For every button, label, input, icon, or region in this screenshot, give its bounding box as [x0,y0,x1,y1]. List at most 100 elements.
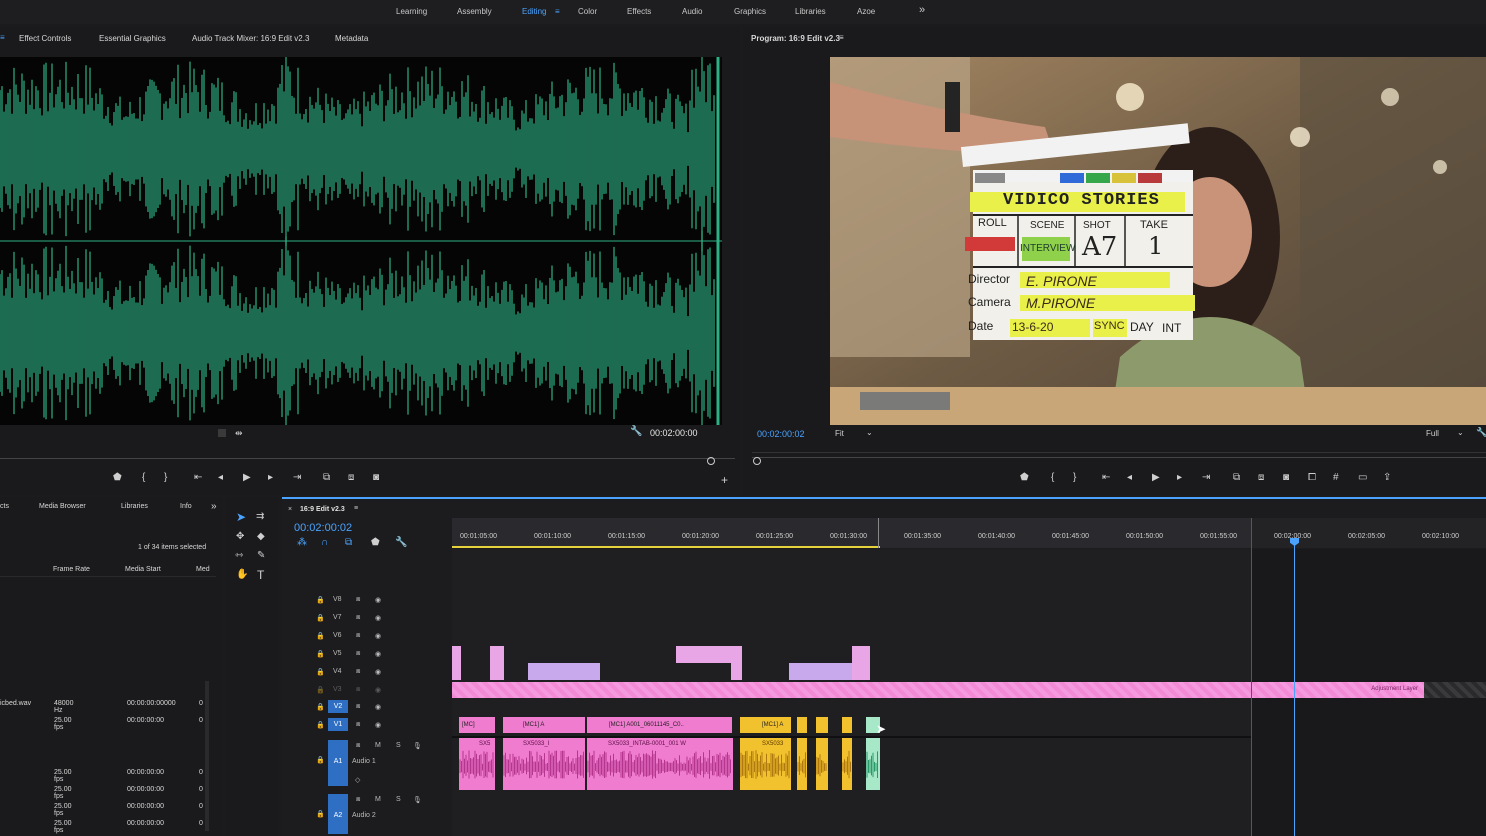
marker-icon[interactable]: ⬟ [113,473,122,483]
slip-icon[interactable]: ⇿ [235,551,243,561]
add-button-icon[interactable]: + [721,474,728,486]
mark-in-icon[interactable]: { [1051,473,1054,483]
keyframe-icon[interactable]: ◇ [355,776,360,784]
track-header-v2[interactable]: 🔒 V2 ⧈ ◉ [300,699,450,715]
track-header-v7[interactable]: 🔒 V7 ⧈ ◉ [300,610,450,626]
tab-essential-graphics[interactable]: Essential Graphics [99,34,166,43]
workspace-learning[interactable]: Learning [396,7,427,16]
track-header-v5[interactable]: 🔒 V5 ⧈ ◉ [300,646,450,662]
workspace-graphics[interactable]: Graphics [734,7,766,16]
video-clip[interactable] [816,717,828,733]
lock-icon[interactable]: 🔒 [316,756,325,764]
track-header-v8[interactable]: 🔒 V8 ⧈ ◉ [300,592,450,608]
workspace-azoe[interactable]: Azoe [857,7,875,16]
hand-icon[interactable]: ✋ [236,570,248,580]
track-header-v4[interactable]: 🔒 V4 ⧈ ◉ [300,664,450,680]
solo-icon[interactable]: S [396,796,401,803]
comparison-icon[interactable]: ⧠ [1308,473,1316,483]
timeline-clip[interactable] [852,663,870,680]
eye-icon[interactable]: ◉ [375,686,381,694]
program-title[interactable]: Program: 16:9 Edit v2.3 [751,34,840,43]
track-label[interactable]: A2 [328,794,348,834]
razor-icon[interactable]: ◆ [257,532,265,542]
workspace-assembly[interactable]: Assembly [457,7,492,16]
tab-media-browser[interactable]: Media Browser [39,503,86,510]
type-icon[interactable]: T [257,569,264,581]
linked-selection-icon[interactable]: ⧉ [345,537,352,548]
tab-metadata[interactable]: Metadata [335,34,368,43]
eye-icon[interactable]: ◉ [375,614,381,622]
panel-menu-icon[interactable]: ≡ [0,33,5,42]
sync-icon[interactable]: ⧈ [356,614,360,622]
column-med[interactable]: Med [196,566,210,573]
program-menu-icon[interactable]: ≡ [839,33,844,42]
video-clip[interactable]: [MC1] A [740,717,791,733]
eye-icon[interactable]: ◉ [375,650,381,658]
track-label[interactable]: A1 [328,740,348,786]
mark-out-icon[interactable]: } [164,473,167,483]
marker-icon[interactable]: ⬟ [1020,473,1029,483]
video-clip[interactable] [797,717,807,733]
sync-icon[interactable]: ⧈ [356,632,360,640]
play-icon[interactable]: ▶ [1152,473,1160,483]
quality-dropdown[interactable]: Full [1426,429,1439,438]
more-workspaces-icon[interactable]: » [919,4,925,16]
step-back-icon[interactable]: ◂ [218,473,223,483]
safe-margins-icon[interactable]: ▭ [1358,473,1367,483]
camera-icon[interactable]: ◙ [373,473,379,483]
workspace-libraries[interactable]: Libraries [795,7,826,16]
track-header-a1[interactable]: 🔒 A1 ⧈ M S 🎙 Audio 1 ◇ [300,738,450,790]
track-label[interactable]: V1 [328,718,348,731]
project-scrollbar[interactable] [205,681,209,831]
sequence-tab[interactable]: 16:9 Edit v2.3 [300,506,345,513]
sync-icon[interactable]: ⧈ [356,721,360,729]
timeline-clip[interactable] [676,646,742,663]
video-clip[interactable]: [MC1] A [503,717,585,733]
drag-audio-icon[interactable]: ⇹ [235,428,243,438]
go-to-out-icon[interactable]: ⇥ [293,473,301,483]
source-timecode[interactable]: 00:02:00:00 [650,428,698,438]
extract-icon[interactable]: ⧈ [1258,473,1264,483]
timeline-clip[interactable] [528,663,600,680]
video-clip[interactable]: [MC1] A001_06011145_C0.. [587,717,732,733]
go-to-in-icon[interactable]: ⇤ [1102,473,1110,483]
pen-icon[interactable]: ✎ [257,551,265,561]
track-header-a2[interactable]: 🔒 A2 ⧈ M S 🎙 Audio 2 [300,792,450,836]
fit-chevron-down-icon[interactable]: ⌄ [866,428,873,437]
lock-icon[interactable]: 🔒 [316,686,325,694]
sync-icon[interactable]: ⧈ [356,796,360,804]
sync-icon[interactable]: ⧈ [356,596,360,604]
timeline-clip[interactable] [452,663,461,680]
more-tabs-icon[interactable]: » [211,501,217,512]
column-frame-rate[interactable]: Frame Rate [53,566,90,573]
timeline-clip[interactable] [789,663,852,680]
lock-icon[interactable]: 🔒 [316,668,325,676]
video-clip[interactable] [842,717,852,733]
lock-icon[interactable]: 🔒 [316,810,325,818]
lock-icon[interactable]: 🔒 [316,632,325,640]
source-scrubber[interactable] [0,458,735,459]
nest-icon[interactable]: ⁂ [297,537,307,548]
track-header-v6[interactable]: 🔒 V6 ⧈ ◉ [300,628,450,644]
workspace-menu-icon[interactable]: ≡ [555,7,560,16]
step-forward-icon[interactable]: ▸ [268,473,273,483]
quality-chevron-down-icon[interactable]: ⌄ [1457,428,1464,437]
tab-info[interactable]: Info [180,503,192,510]
lock-icon[interactable]: 🔒 [316,703,325,711]
track-label[interactable]: V2 [328,700,348,713]
program-wrench-icon[interactable]: 🔧 [1476,427,1486,438]
source-playhead-icon[interactable] [707,457,715,465]
mute-icon[interactable]: M [375,796,381,803]
fit-dropdown[interactable]: Fit [835,429,844,438]
sequence-menu-icon[interactable]: ≡ [354,505,358,512]
adjustment-layer-clip[interactable]: Adjustment Layer [452,682,1424,698]
snap-icon[interactable]: ∩ [321,537,328,548]
tab-audio-track-mixer[interactable]: Audio Track Mixer: 16:9 Edit v2.3 [192,34,309,43]
lock-icon[interactable]: 🔒 [316,650,325,658]
timeline-clip[interactable] [852,646,870,663]
timeline-wrench-icon[interactable]: 🔧 [395,537,407,548]
program-playhead-icon[interactable] [753,457,761,465]
solo-icon[interactable]: S [396,742,401,749]
timeline-clip[interactable] [452,646,461,663]
play-icon[interactable]: ▶ [243,473,251,483]
